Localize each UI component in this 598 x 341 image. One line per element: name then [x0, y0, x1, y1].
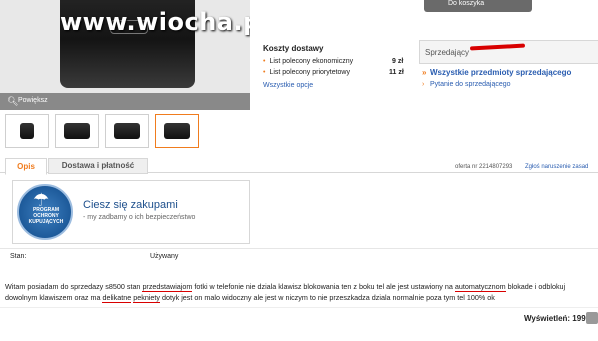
seller-items-link[interactable]: » Wszystkie przedmioty sprzedającego — [422, 68, 572, 77]
underlined-word: automatycznom — [454, 282, 506, 292]
shipping-price: 9 zł — [392, 58, 404, 65]
state-value: Używany — [150, 253, 179, 260]
offer-number: oferta nr 2214807293 — [455, 164, 513, 170]
item-description: Witam posiadam do sprzedazy s8500 stan p… — [5, 281, 593, 303]
thumbnail-2[interactable] — [55, 114, 99, 148]
report-link[interactable]: Zgłoś naruszenie zasad — [525, 164, 588, 170]
description-text: fotki w telefonie nie dziala klawisz blo… — [192, 282, 455, 291]
thumbnail-4-selected[interactable] — [155, 114, 199, 148]
shipping-row: • List polecony ekonomiczny — [263, 58, 353, 65]
magnifier-icon[interactable]: 🔍︎ — [7, 96, 18, 107]
zoom-label[interactable]: Powiększ — [18, 97, 48, 104]
add-to-cart-label: Do koszyka — [448, 0, 485, 7]
seal-text: PROGRAM OCHRONY KUPUJĄCYCH — [28, 207, 64, 225]
shipping-option-label: List polecony priorytetowy — [269, 69, 350, 76]
state-label: Stan: — [10, 253, 27, 260]
description-text: Witam posiadam do sprzedazy s8500 stan — [5, 282, 143, 291]
all-shipping-options-link[interactable]: Wszystkie opcje — [263, 82, 313, 89]
seller-label: Sprzedający — [425, 48, 470, 57]
shipping-option-label: List polecony ekonomiczny — [269, 58, 354, 65]
arrow-icon: » — [422, 68, 427, 77]
footer-divider — [0, 307, 598, 308]
tab-description[interactable]: Opis — [5, 158, 47, 175]
underlined-word: przedstawiajom — [142, 282, 193, 292]
ask-seller-link[interactable]: › Pytanie do sprzedającego — [422, 81, 511, 88]
thumbnail-1[interactable] — [5, 114, 49, 148]
bullet-icon: • — [263, 69, 266, 76]
description-text: dotyk jest on malo widoczny ale jest w n… — [160, 293, 495, 302]
watermark: www.wiocha.pl — [60, 8, 250, 36]
shipping-title: Koszty dostawy — [263, 44, 324, 53]
underlined-word: pekniety — [133, 293, 161, 303]
seller-items-link-label: Wszystkie przedmioty sprzedającego — [430, 68, 572, 77]
protection-subtitle: - my zadbamy o ich bezpieczeństwo — [83, 214, 196, 221]
state-divider — [0, 248, 598, 249]
protection-title: Ciesz się zakupami — [83, 199, 178, 211]
bullet-icon: • — [263, 58, 266, 65]
add-to-cart-button[interactable]: Do koszyka — [424, 0, 532, 12]
ask-seller-link-label: Pytanie do sprzedającego — [430, 81, 511, 88]
arrow-icon: › — [422, 81, 425, 88]
tab-delivery-payment[interactable]: Dostawa i płatność — [48, 158, 148, 174]
shipping-row: • List polecony priorytetowy — [263, 69, 350, 76]
underlined-word: delikatne — [102, 293, 132, 303]
thumbnail-3[interactable] — [105, 114, 149, 148]
view-count: Wyświetleń: 199 — [524, 314, 586, 323]
shipping-price: 11 zł — [389, 69, 404, 76]
counter-icon — [586, 312, 598, 324]
